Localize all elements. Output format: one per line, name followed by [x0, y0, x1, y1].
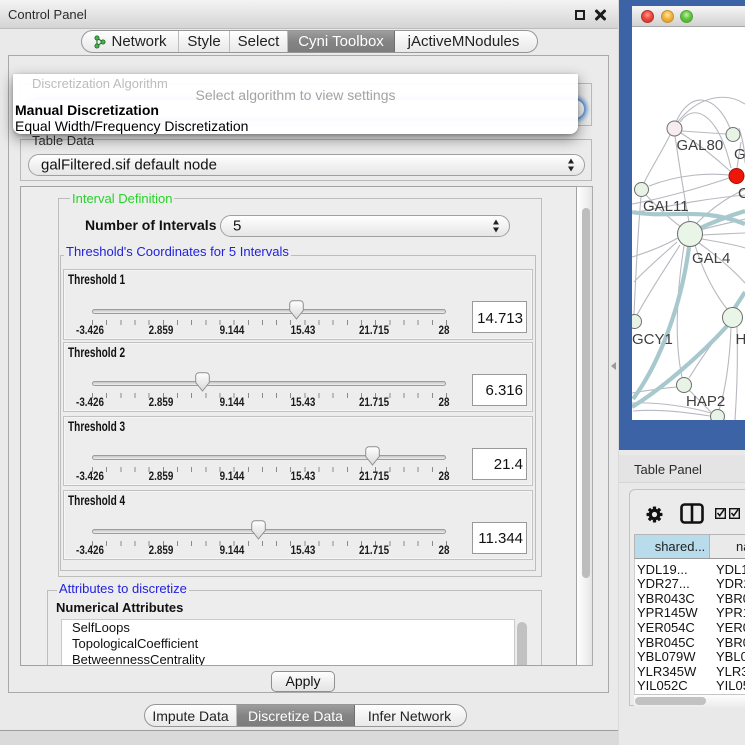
svg-text:GAL4: GAL4 [692, 250, 730, 267]
svg-text:C: C [738, 185, 745, 202]
svg-text:HI: HI [736, 331, 745, 348]
svg-text:GAL11: GAL11 [643, 198, 689, 215]
svg-text:GAL: GAL [734, 146, 745, 163]
svg-text:GCY1: GCY1 [632, 331, 673, 348]
svg-text:HAP2: HAP2 [686, 393, 725, 410]
svg-text:GAL80: GAL80 [677, 137, 724, 154]
